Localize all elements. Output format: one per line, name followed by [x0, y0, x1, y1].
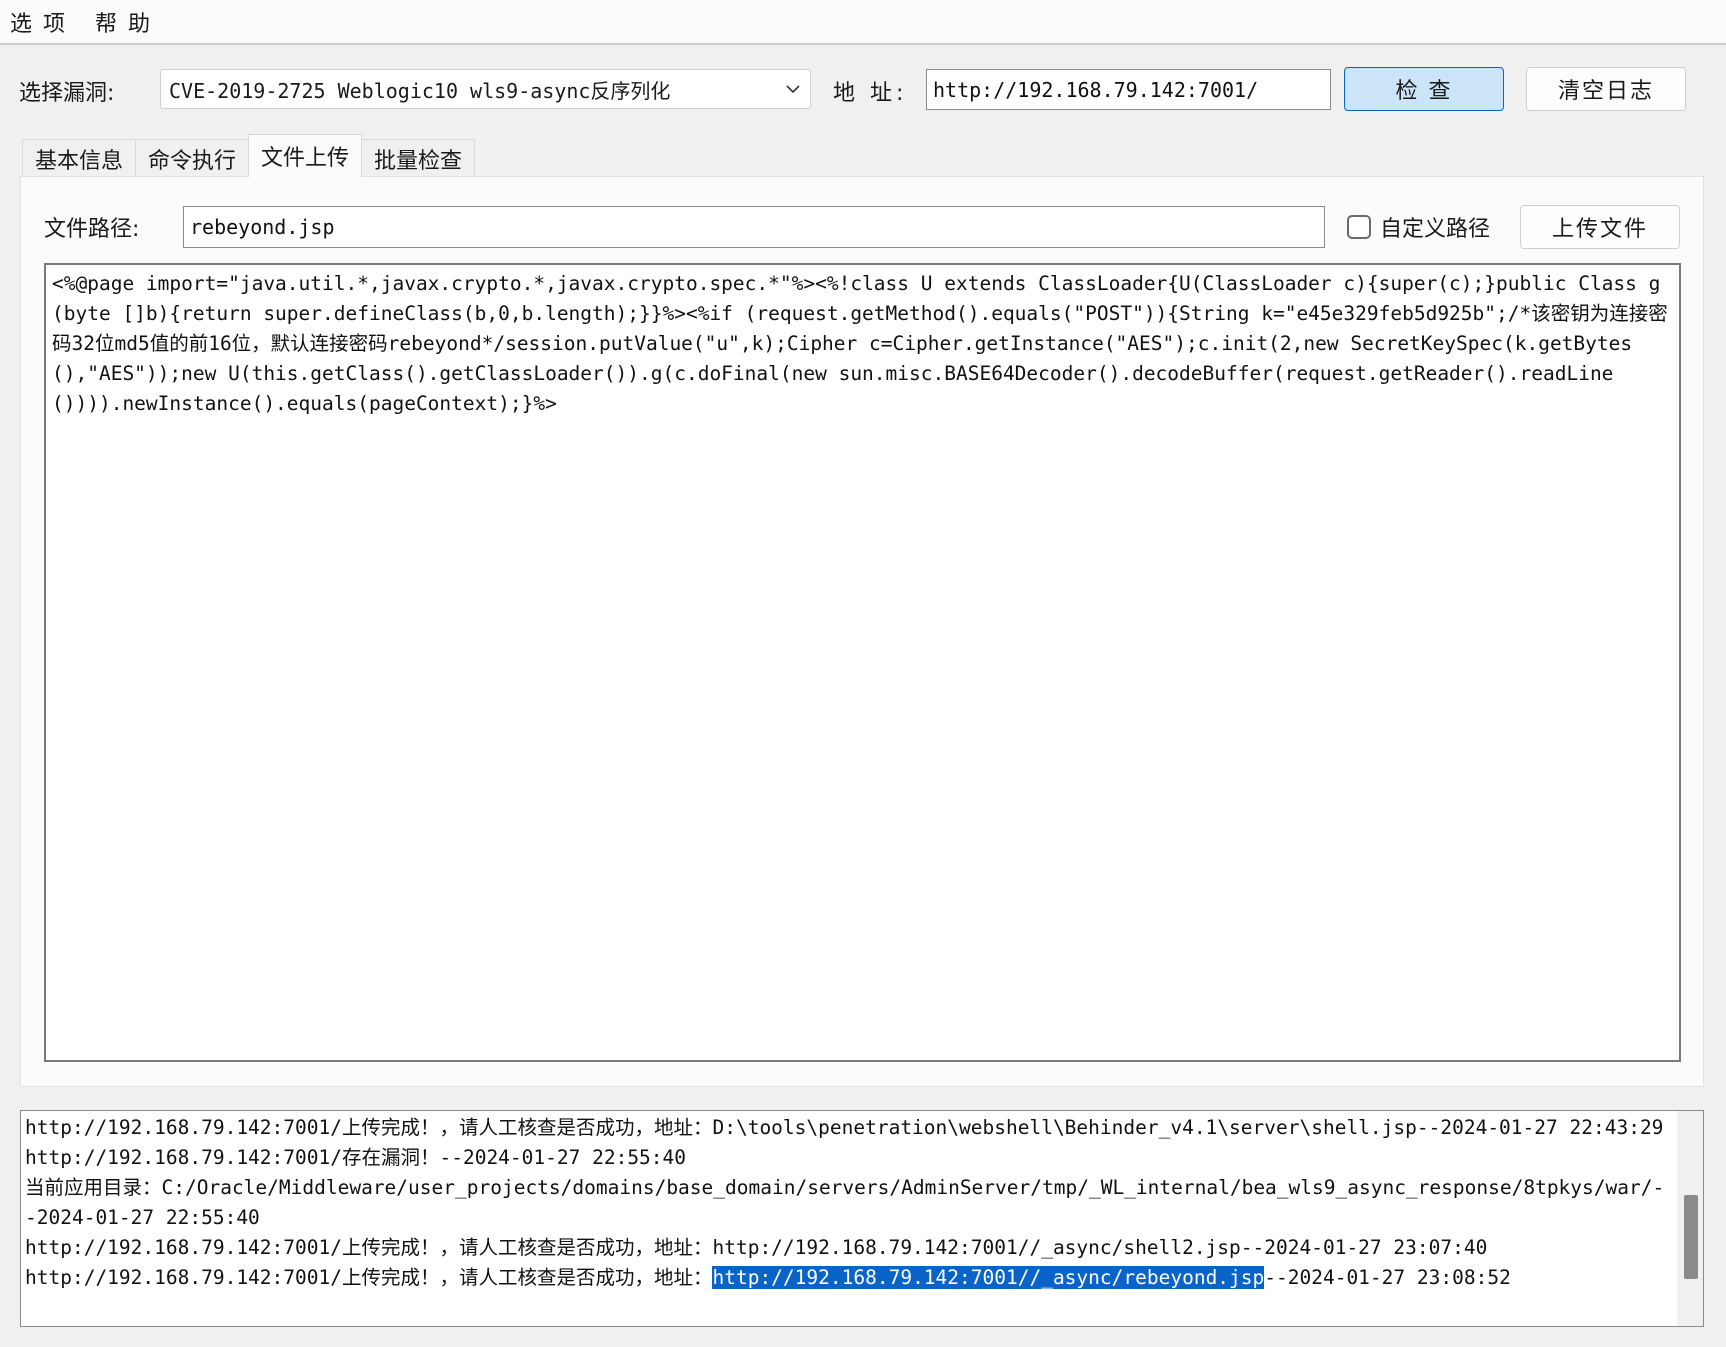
clear-log-button[interactable]: 清空日志: [1526, 67, 1686, 111]
vuln-label: 选择漏洞:: [19, 81, 115, 106]
log-line: 当前应用目录：C:/Oracle/Middleware/user_project…: [25, 1176, 1665, 1229]
tab-file-upload[interactable]: 文件上传: [248, 134, 363, 177]
file-content-textarea[interactable]: <%@page import="java.util.*,javax.crypto…: [44, 263, 1681, 1062]
check-button[interactable]: 检 查: [1344, 67, 1504, 111]
custom-path-label: 自定义路径: [1380, 217, 1491, 242]
log-line: http://192.168.79.142:7001/上传完成！，请人工核查是否…: [25, 1236, 1488, 1259]
log-line-suffix: --2024-01-27 23:08:52: [1264, 1266, 1511, 1289]
menu-bar: 选 项 帮 助: [0, 0, 1726, 45]
chevron-down-icon[interactable]: [776, 70, 810, 108]
menu-options[interactable]: 选 项: [0, 6, 81, 38]
menu-help[interactable]: 帮 助: [81, 6, 166, 38]
log-scrollbar-thumb[interactable]: [1684, 1195, 1698, 1279]
vuln-select[interactable]: CVE-2019-2725 Weblogic10 wls9-async反序列化: [160, 69, 811, 109]
file-path-label: 文件路径:: [44, 217, 140, 242]
log-line-prefix: http://192.168.79.142:7001/上传完成！，请人工核查是否…: [25, 1266, 713, 1289]
log-output[interactable]: http://192.168.79.142:7001/上传完成！，请人工核查是否…: [20, 1110, 1704, 1327]
log-lines: http://192.168.79.142:7001/上传完成！，请人工核查是否…: [25, 1113, 1675, 1293]
tab-batch-check[interactable]: 批量检查: [361, 139, 476, 177]
log-scrollbar[interactable]: [1677, 1111, 1703, 1326]
custom-path-checkbox[interactable]: [1347, 215, 1371, 239]
tab-basic-info[interactable]: 基本信息: [22, 139, 137, 177]
log-line: http://192.168.79.142:7001/存在漏洞！--2024-0…: [25, 1146, 687, 1169]
log-line-last: http://192.168.79.142:7001/上传完成！，请人工核查是否…: [25, 1263, 1675, 1293]
upload-file-button[interactable]: 上传文件: [1520, 205, 1680, 249]
selected-link-text[interactable]: http://192.168.79.142:7001//_async/rebey…: [712, 1266, 1265, 1289]
tab-bar: 基本信息 命令执行 文件上传 批量检查: [22, 134, 476, 177]
file-path-input[interactable]: [183, 206, 1325, 248]
log-line: http://192.168.79.142:7001/上传完成！，请人工核查是否…: [25, 1116, 1664, 1139]
address-input[interactable]: [926, 69, 1331, 110]
vuln-selected-value: CVE-2019-2725 Weblogic10 wls9-async反序列化: [169, 78, 671, 103]
address-label: 地 址:: [833, 81, 908, 106]
tab-command-exec[interactable]: 命令执行: [135, 139, 250, 177]
